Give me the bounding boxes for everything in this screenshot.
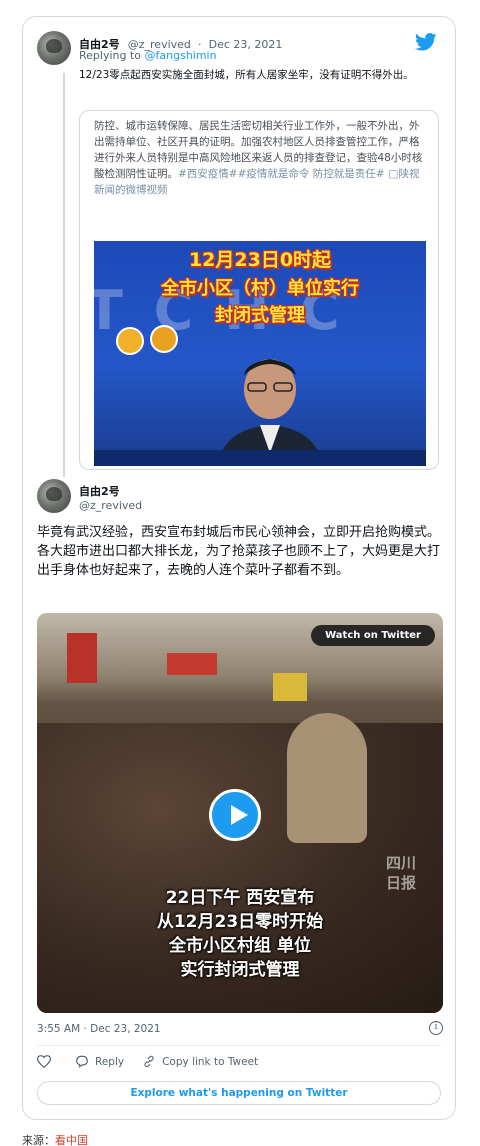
source-credit: 来源：看中国 <box>22 1132 88 1146</box>
quoted-embed-box[interactable]: 防控、城市运转保障、居民生活密切相关行业工作外，一般不外出，外出需持单位、社区开… <box>79 110 439 470</box>
reply-label: Reply <box>95 1055 125 1068</box>
replying-to-line: Replying to @fangshimin <box>79 49 217 62</box>
main-handle[interactable]: @z_revived <box>79 499 142 512</box>
source-link[interactable]: 看中国 <box>55 1134 88 1146</box>
explore-twitter-button[interactable]: Explore what's happening on Twitter <box>37 1081 441 1105</box>
quoted-video-thumbnail[interactable]: T C H C 12月23日0时起 全市小区（村）单位实行 封闭式管理 <box>94 241 426 466</box>
main-display-name[interactable]: 自由2号 <box>79 483 120 499</box>
red-banner-mid <box>167 653 217 675</box>
main-tweet-text: 毕竟有武汉经验，西安宣布封城后市民心领神会，立即开启抢购模式。各大超市进出口都大… <box>37 525 441 578</box>
source-label: 来源： <box>22 1134 55 1146</box>
parent-tweet-text: 12/23零点起西安实施全面封城，所有人居家坐牢，没有证明不得外出。 <box>79 69 414 81</box>
link-icon <box>144 1055 154 1068</box>
watch-on-twitter-button[interactable]: Watch on Twitter <box>311 625 435 646</box>
copy-link-button[interactable]: Copy link to Tweet <box>142 1055 258 1068</box>
reply-bubble-icon <box>76 1055 88 1068</box>
like-button[interactable] <box>37 1055 57 1068</box>
twitter-bird-icon[interactable] <box>415 33 437 51</box>
tweet-embed-card: 自由2号 @z_revived · Dec 23, 2021 Replying … <box>22 16 456 1120</box>
tweet-timestamp[interactable]: 3:55 AM · Dec 23, 2021 <box>37 1023 161 1035</box>
video-caption-line-1: 22日下午 西安宣布 <box>165 888 315 908</box>
reply-button[interactable]: Reply <box>75 1055 124 1068</box>
quoted-text-block: 防控、城市运转保障、居民生活密切相关行业工作外，一般不外出，外出需持单位、社区开… <box>94 118 424 198</box>
thumb-caption-line-3: 封闭式管理 <box>215 305 305 326</box>
thread-connector-line <box>63 73 65 477</box>
station-logo-icon-2 <box>150 325 178 353</box>
play-icon[interactable] <box>209 789 261 841</box>
yellow-sign <box>273 673 307 701</box>
thumb-caption-line-2: 全市小区（村）单位实行 <box>161 278 359 299</box>
parent-avatar[interactable] <box>37 31 71 65</box>
replying-mention-link[interactable]: @fangshimin <box>145 49 217 62</box>
desk-bar <box>94 450 426 466</box>
red-banner-left <box>67 633 97 683</box>
video-caption-line-4: 实行封闭式管理 <box>180 960 300 980</box>
video-caption-line-3: 全市小区村组 单位 <box>169 936 311 956</box>
heart-icon <box>37 1055 51 1068</box>
main-video-player[interactable]: Watch on Twitter 四川日报 22日下午 西安宣布 从12月23日… <box>37 613 443 1013</box>
replying-prefix: Replying to <box>79 49 145 62</box>
tweet-actions-bar: Reply Copy link to Tweet <box>37 1055 276 1068</box>
station-logo-icon <box>116 327 144 355</box>
action-divider <box>37 1045 441 1046</box>
quoted-hashtags[interactable]: #西安疫情##疫情就是命令 防控就是责任# <box>178 168 385 180</box>
shopper-figure <box>287 713 367 843</box>
info-icon[interactable]: i <box>429 1021 443 1035</box>
thumb-caption-line-1: 12月23日0时起 <box>188 249 332 271</box>
video-caption-line-2: 从12月23日零时开始 <box>156 912 324 932</box>
copy-link-label: Copy link to Tweet <box>162 1055 259 1068</box>
parent-date[interactable]: Dec 23, 2021 <box>209 38 283 51</box>
main-avatar[interactable] <box>37 479 71 513</box>
